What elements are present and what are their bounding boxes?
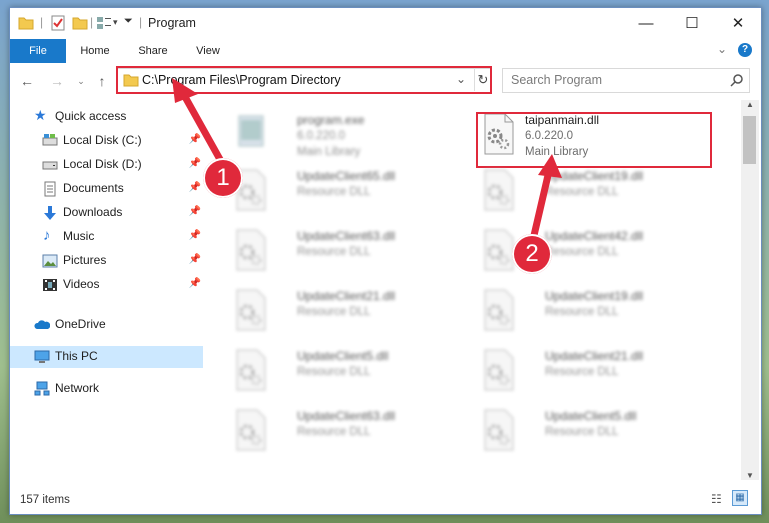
step-2-badge: 2 — [512, 234, 552, 274]
annotation-arrows — [172, 78, 562, 248]
step-1-badge: 1 — [203, 158, 243, 198]
